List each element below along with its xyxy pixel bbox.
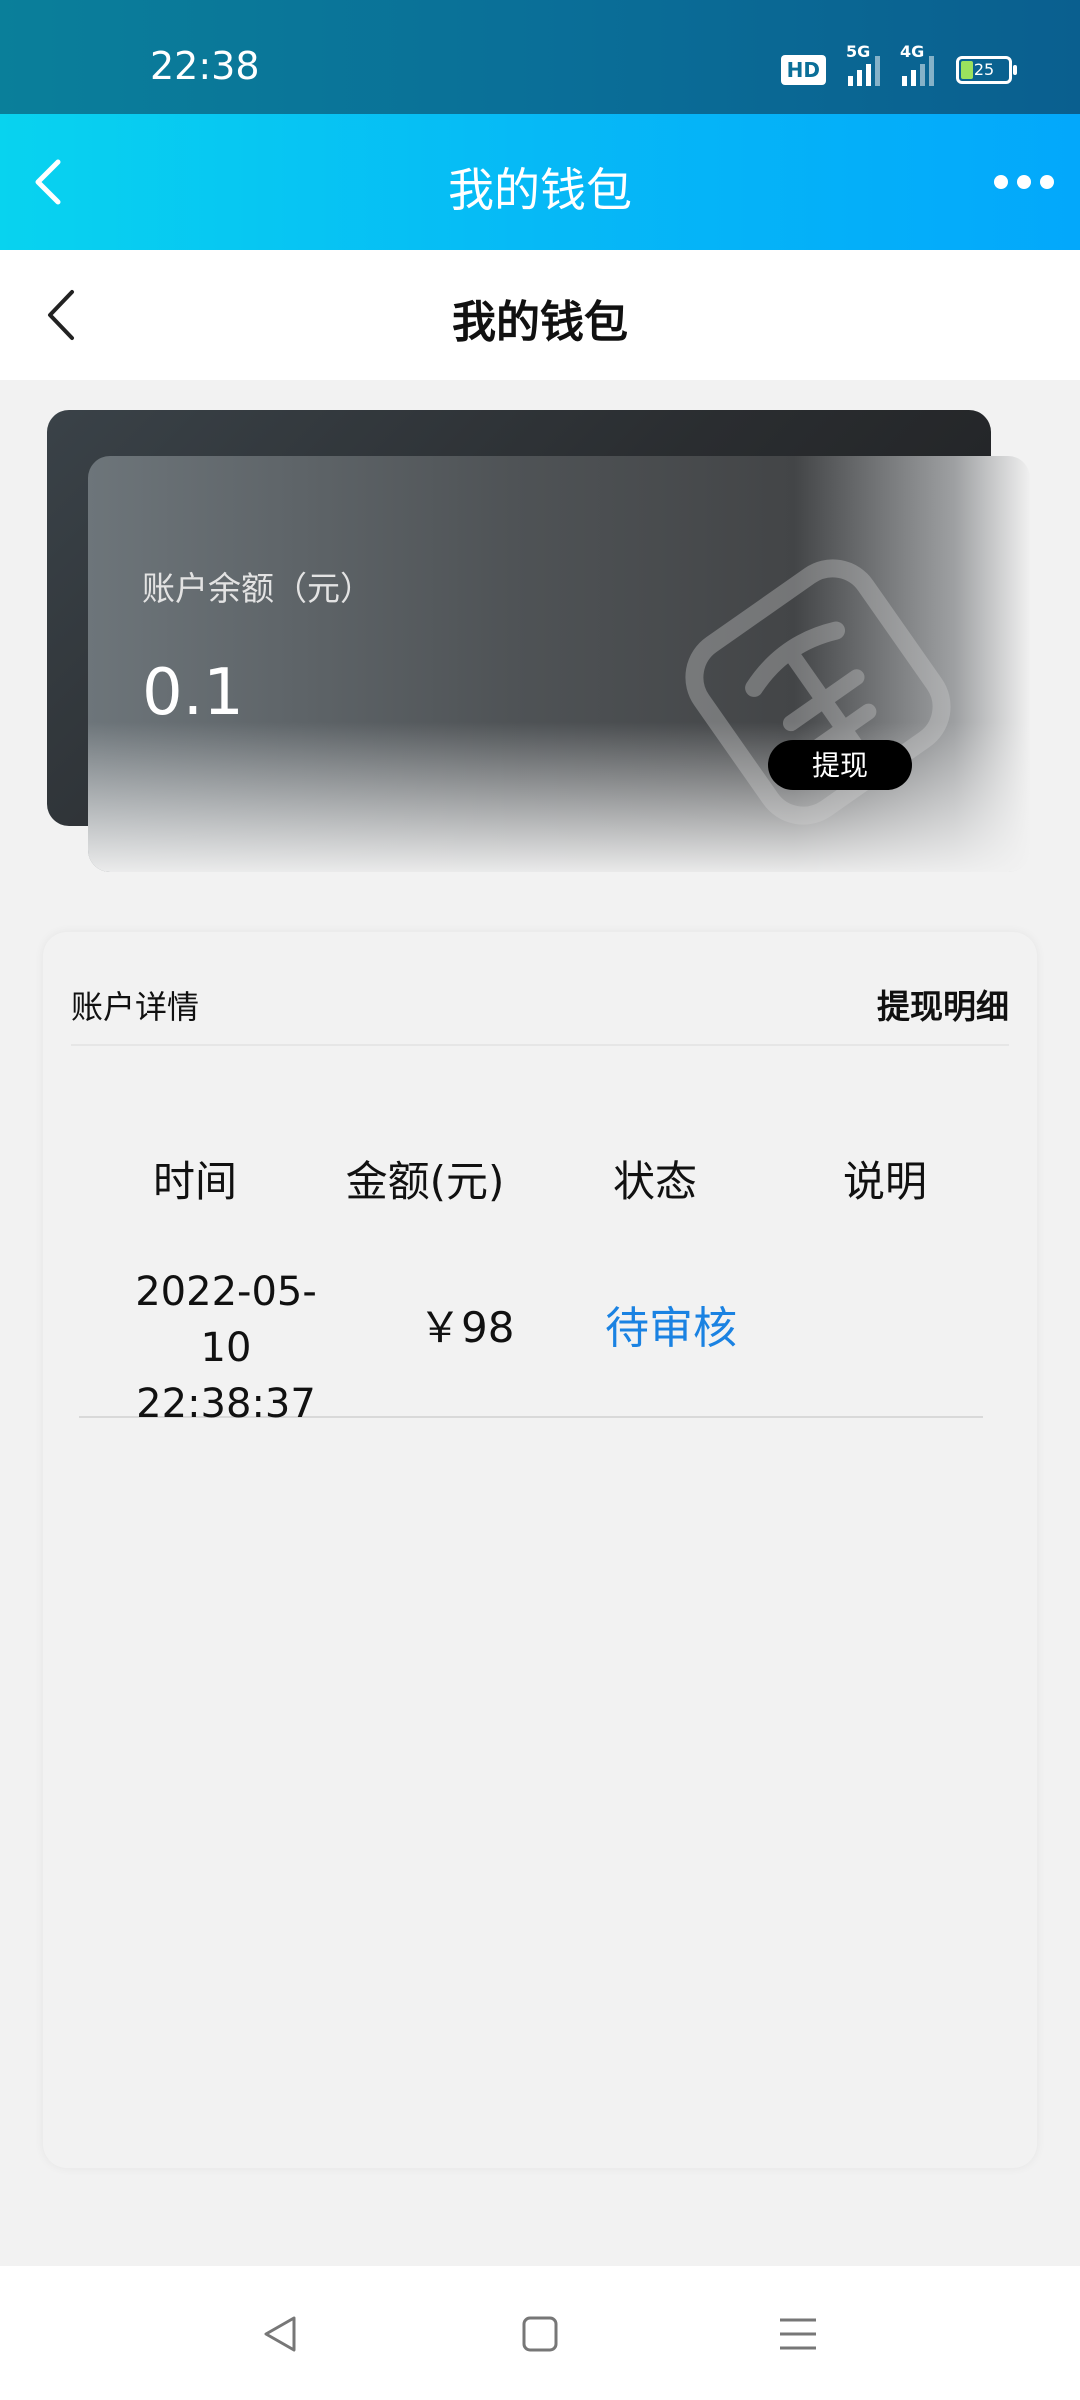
table-header: 时间 金额(元) 状态 说明 <box>43 1148 1037 1208</box>
signal-5g-label: 5G <box>846 42 871 61</box>
table-row: 2022-05-10 22:38:37 ￥98 待审核 <box>79 1264 983 1427</box>
app-header: 我的钱包 <box>0 114 1080 250</box>
status-time: 22:38 <box>150 44 260 88</box>
column-status: 状态 <box>612 1157 697 1206</box>
balance-label: 账户余额（元） <box>142 569 373 608</box>
column-note: 说明 <box>842 1157 927 1206</box>
nav-home-icon[interactable] <box>516 2310 564 2358</box>
row-date: 2022-05-10 <box>135 1269 317 1371</box>
column-amount: 金额(元) <box>345 1157 505 1206</box>
withdraw-history-link[interactable]: 提现明细 <box>877 980 1009 1028</box>
details-header: 账户详情 提现明细 <box>71 932 1009 1046</box>
status-bar: 22:38 HD 5G 4G 25 <box>0 0 1080 114</box>
nav-menu-icon[interactable] <box>774 2310 822 2358</box>
hd-voice-icon: HD <box>780 55 826 85</box>
wallet-card: 账户余额（元） 0.1 提现 <box>88 456 1030 872</box>
signal-5g-icon: 5G <box>846 42 880 86</box>
page-header: 我的钱包 <box>0 250 1080 380</box>
signal-4g-icon: 4G <box>900 42 934 86</box>
withdraw-button[interactable]: 提现 <box>768 740 912 790</box>
system-nav-bar <box>0 2266 1080 2400</box>
wallet-logo-icon <box>685 559 951 825</box>
balance-value: 0.1 <box>142 656 244 730</box>
status-icons: HD 5G 4G 25 <box>780 42 1017 88</box>
battery-level: 25 <box>973 60 995 79</box>
app-title: 我的钱包 <box>448 163 632 217</box>
column-time: 时间 <box>152 1157 237 1206</box>
row-amount: ￥98 <box>419 1303 515 1352</box>
account-details-panel: 账户详情 提现明细 时间 金额(元) 状态 说明 2022-05-10 22:3… <box>43 932 1037 2168</box>
more-options-icon[interactable] <box>994 172 1054 192</box>
row-status: 待审核 <box>605 1303 737 1354</box>
nav-back-icon[interactable] <box>258 2310 306 2358</box>
row-datetime: 2022-05-10 22:38:37 <box>111 1264 341 1432</box>
battery-icon: 25 <box>956 56 1017 84</box>
signal-4g-label: 4G <box>900 42 925 61</box>
page-title: 我的钱包 <box>452 297 628 348</box>
row-time: 22:38:37 <box>136 1381 316 1427</box>
details-title: 账户详情 <box>71 988 200 1026</box>
